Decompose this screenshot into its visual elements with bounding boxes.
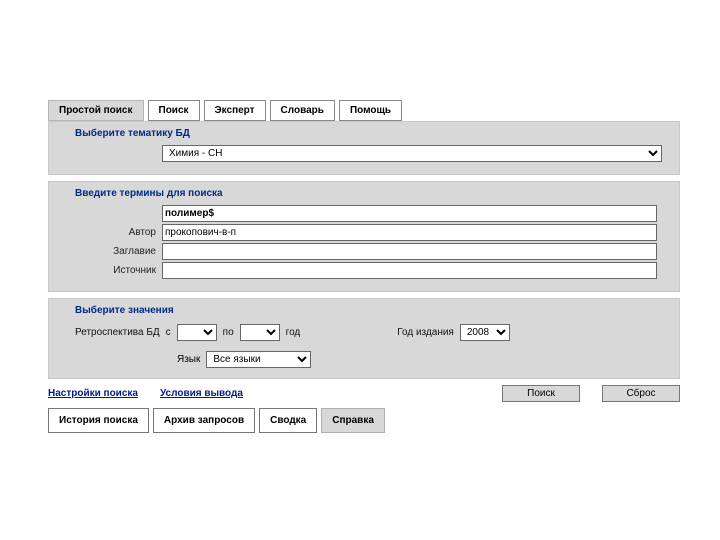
author-input[interactable] xyxy=(162,224,657,241)
pub-year-label: Год издания xyxy=(397,327,454,338)
tab-summary[interactable]: Сводка xyxy=(259,408,317,433)
tab-search[interactable]: Поиск xyxy=(148,100,200,121)
retro-label: Ретроспектива БД xyxy=(75,327,160,338)
search-button[interactable]: Поиск xyxy=(502,385,580,402)
tab-dictionary[interactable]: Словарь xyxy=(270,100,335,121)
panel-subject-title: Выберите тематику БД xyxy=(57,126,671,143)
panel-values: Выберите значения Ретроспектива БД с по … xyxy=(48,298,680,379)
tab-archive[interactable]: Архив запросов xyxy=(153,408,255,433)
retro-to: по xyxy=(223,327,234,338)
tab-simple-search[interactable]: Простой поиск xyxy=(48,100,144,121)
footer-line: Настройки поиска Условия вывода Поиск Сб… xyxy=(48,385,680,402)
panel-values-title: Выберите значения xyxy=(57,303,671,320)
retro-from-select[interactable] xyxy=(177,324,217,341)
link-output-conditions[interactable]: Условия вывода xyxy=(160,388,243,399)
tab-reference[interactable]: Справка xyxy=(321,408,385,433)
tab-history[interactable]: История поиска xyxy=(48,408,149,433)
lang-label: Язык xyxy=(177,354,200,365)
query-input[interactable] xyxy=(162,205,657,222)
panel-subject: Выберите тематику БД Химия - CH xyxy=(48,121,680,175)
bottom-tabs: История поиска Архив запросов Сводка Спр… xyxy=(48,408,680,433)
tab-help[interactable]: Помощь xyxy=(339,100,402,121)
link-search-settings[interactable]: Настройки поиска xyxy=(48,388,138,399)
tab-expert[interactable]: Эксперт xyxy=(204,100,266,121)
panel-terms-title: Введите термины для поиска xyxy=(57,186,671,203)
lang-select[interactable]: Все языки xyxy=(206,351,311,368)
title-input[interactable] xyxy=(162,243,657,260)
pub-year-select[interactable]: 2008 xyxy=(460,324,510,341)
panel-terms: Введите термины для поиска Автор Заглави… xyxy=(48,181,680,292)
reset-button[interactable]: Сброс xyxy=(602,385,680,402)
top-tabs: Простой поиск Поиск Эксперт Словарь Помо… xyxy=(48,100,680,121)
source-label: Источник xyxy=(57,265,162,276)
retro-to-select[interactable] xyxy=(240,324,280,341)
title-label: Заглавие xyxy=(57,246,162,257)
source-input[interactable] xyxy=(162,262,657,279)
author-label: Автор xyxy=(57,227,162,238)
retro-year-word: год xyxy=(286,327,301,338)
retro-from: с xyxy=(166,327,171,338)
subject-select[interactable]: Химия - CH xyxy=(162,145,662,162)
